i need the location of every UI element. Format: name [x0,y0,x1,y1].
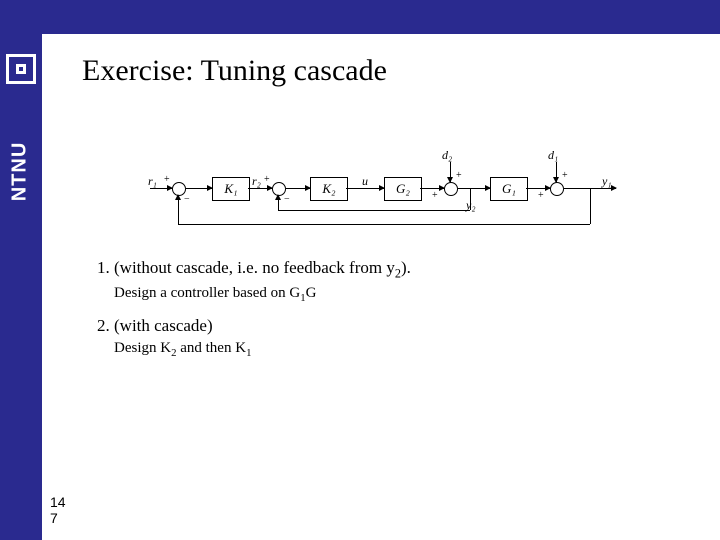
brand-sidebar: NTNU [0,0,42,540]
brand-name: NTNU [9,112,32,232]
slide-content: Exercise: Tuning cascade K₁ K₂ G₂ G₁ d₂ … [42,34,720,540]
block-K1: K₁ [212,177,250,201]
label-d2: d₂ [442,148,452,163]
topbar [42,0,720,34]
cascade-block-diagram: K₁ K₂ G₂ G₁ d₂ + + d₁ + + y₂ r₁ [150,158,650,238]
block-G2: G₂ [384,177,422,201]
exercise-item-2: (with cascade) Design K2 and then K1 [114,316,680,359]
brand-logo-icon [6,54,36,84]
label-y2: y₂ [466,198,476,213]
label-r1: r₁ [148,174,157,189]
block-K2: K₂ [310,177,348,201]
block-G1: G₁ [490,177,528,201]
exercise-item-1: (without cascade, i.e. no feedback from … [114,258,680,304]
exercise-item-2-label: (with cascade) [114,316,213,335]
exercise-item-2-sub: Design K2 and then K1 [114,340,680,359]
exercise-item-1-sub: Design a controller based on G1G [114,285,680,304]
label-r2: r₂ [252,174,261,189]
page-number: 14 7 [50,495,66,526]
slide-title: Exercise: Tuning cascade [82,54,680,88]
exercise-item-1-label: (without cascade, i.e. no feedback from … [114,258,411,277]
label-y1: y₁ [602,174,612,189]
label-d1: d₁ [548,148,558,163]
exercise-list: (without cascade, i.e. no feedback from … [92,258,680,359]
label-u: u [362,174,368,189]
